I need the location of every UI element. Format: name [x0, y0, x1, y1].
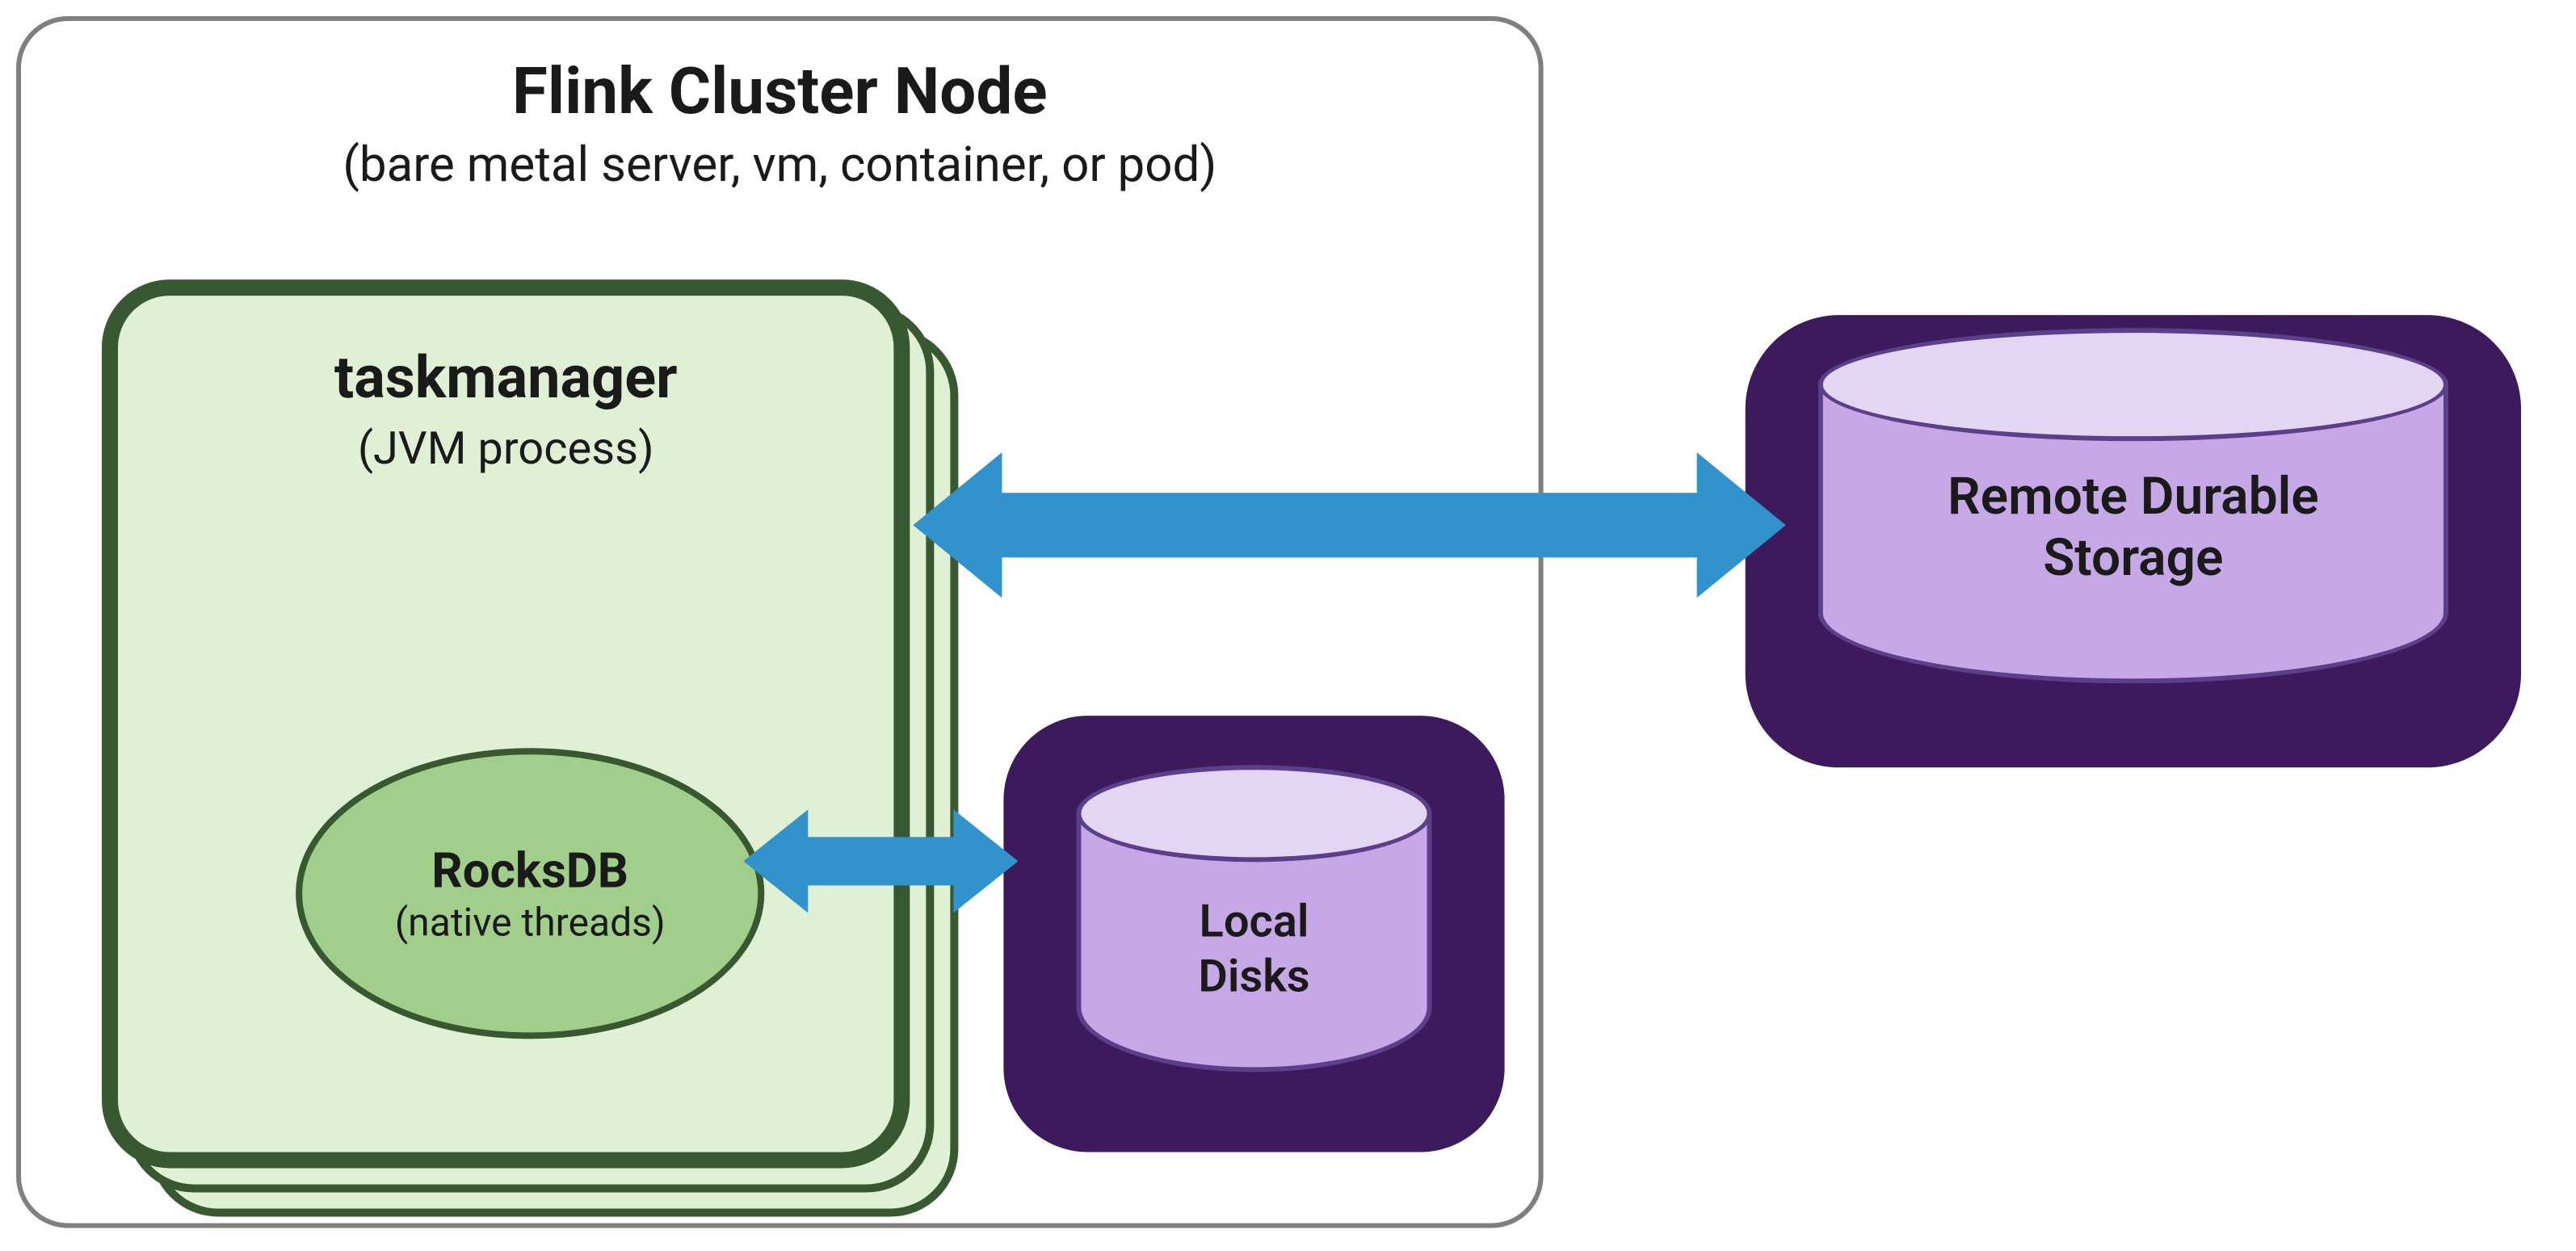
cylinder-top-icon [1818, 328, 2448, 441]
rocksdb-ellipse: RocksDB (native threads) [296, 748, 764, 1039]
local-disks-container: Local Disks [1003, 716, 1504, 1152]
cluster-node-box: Flink Cluster Node (bare metal server, v… [16, 16, 1544, 1228]
remote-storage-label-line2: Storage [2043, 527, 2223, 589]
local-disks-label-line2: Disks [1198, 949, 1309, 1002]
local-disks-cylinder: Local Disks [1076, 765, 1431, 1072]
local-disks-label: Local Disks [1076, 894, 1431, 1002]
local-disks-label-line1: Local [1200, 894, 1309, 947]
cluster-subtitle: (bare metal server, vm, container, or po… [21, 137, 1539, 194]
rocksdb-subtitle: (native threads) [395, 899, 666, 944]
taskmanager-card-front: taskmanager (JVM process) RocksDB (nativ… [102, 279, 910, 1168]
remote-storage-container: Remote Durable Storage [1746, 315, 2521, 767]
cylinder-top-icon [1076, 765, 1431, 862]
rocksdb-title: RocksDB [431, 842, 628, 899]
remote-storage-label: Remote Durable Storage [1818, 465, 2448, 590]
remote-storage-cylinder: Remote Durable Storage [1818, 328, 2448, 683]
cluster-title: Flink Cluster Node [21, 53, 1539, 129]
remote-storage-label-line1: Remote Durable [1948, 465, 2319, 527]
taskmanager-title: taskmanager [118, 344, 893, 412]
taskmanager-subtitle: (JVM process) [118, 422, 893, 475]
diagram-canvas: Flink Cluster Node (bare metal server, v… [0, 0, 2576, 1250]
